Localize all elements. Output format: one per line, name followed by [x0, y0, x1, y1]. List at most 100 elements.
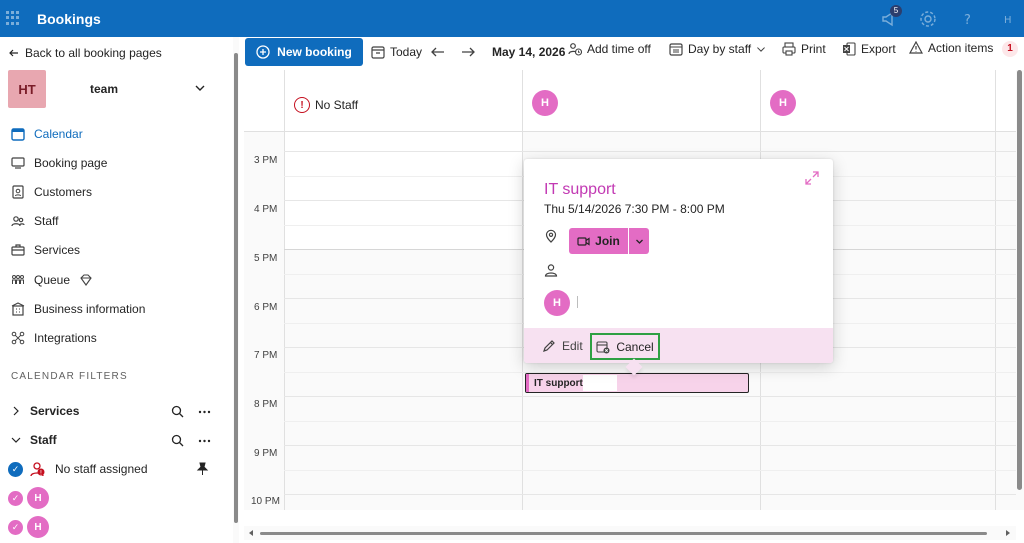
search-icon[interactable]	[171, 405, 184, 418]
sidebar-scrollbar[interactable]	[233, 37, 239, 543]
excel-export-icon	[843, 42, 856, 56]
sidebar-item-label: Integrations	[34, 331, 97, 345]
grid-column[interactable]	[284, 132, 522, 510]
sidebar-scrollbar-thumb[interactable]	[234, 53, 238, 523]
arrow-left-icon[interactable]	[431, 45, 445, 59]
filter-services[interactable]: Services	[11, 401, 211, 421]
new-booking-button[interactable]: New booking	[245, 38, 363, 66]
print-button[interactable]: Print	[782, 42, 826, 56]
sidebar-item-services[interactable]: Services	[11, 239, 80, 261]
hour-line	[284, 396, 1016, 397]
diamond-premium-icon	[80, 274, 92, 286]
time-label: 5 PM	[254, 253, 278, 264]
redacted-region	[53, 487, 123, 509]
scroll-left-arrow-icon[interactable]	[247, 529, 255, 537]
time-label: 10 PM	[251, 496, 280, 507]
hour-line	[284, 151, 1016, 152]
time-label: 9 PM	[254, 448, 278, 459]
warning-circle-icon: !	[294, 97, 310, 113]
pin-icon[interactable]	[196, 462, 209, 475]
staff-filter-label: No staff assigned	[55, 462, 148, 476]
staff-filter-no-staff[interactable]: ✓ ! No staff assigned	[8, 458, 209, 480]
staff-filter-member[interactable]: ✓ H	[8, 487, 123, 509]
more-options-icon[interactable]	[198, 434, 211, 447]
column-header-staff[interactable]: H	[522, 70, 760, 132]
building-icon	[11, 302, 25, 316]
checkbox-checked-icon[interactable]: ✓	[8, 461, 23, 477]
expand-icon[interactable]	[804, 170, 820, 186]
today-button[interactable]: Today	[371, 45, 422, 59]
attendee-avatar: H	[544, 290, 570, 316]
arrow-right-icon[interactable]	[461, 45, 475, 59]
app-header: Bookings 5 ? H	[0, 0, 1024, 37]
calendar-event[interactable]: IT support	[525, 373, 749, 393]
view-selector[interactable]: Day by staff	[669, 42, 766, 56]
sidebar-item-label: Customers	[34, 185, 93, 199]
column-header-label: No Staff	[315, 98, 359, 112]
sidebar-item-customers[interactable]: Customers	[11, 181, 92, 203]
export-button[interactable]: Export	[842, 42, 896, 56]
avatar: H	[27, 516, 49, 538]
calendar-horizontal-scrollbar[interactable]	[244, 526, 1016, 540]
cancel-booking-button[interactable]: Cancel	[590, 333, 660, 360]
time-label: 6 PM	[254, 302, 278, 313]
back-link-label: Back to all booking pages	[25, 46, 162, 60]
chevron-down-icon[interactable]	[11, 435, 21, 445]
checkbox-checked-icon[interactable]: ✓	[8, 519, 23, 535]
sidebar-item-integrations[interactable]: Integrations	[11, 327, 97, 349]
cancel-label: Cancel	[616, 339, 654, 354]
event-color-bar	[526, 374, 529, 392]
person-icon	[544, 264, 558, 277]
more-options-icon[interactable]	[198, 405, 211, 418]
app-launcher-icon[interactable]	[6, 11, 20, 25]
monitor-icon	[11, 157, 25, 169]
checkbox-checked-icon[interactable]: ✓	[8, 490, 23, 506]
edit-button[interactable]: Edit	[542, 335, 583, 357]
calendar-filters-heading: CALENDAR FILTERS	[11, 371, 128, 382]
event-title: IT support	[534, 377, 583, 389]
sidebar-item-business-information[interactable]: Business information	[11, 298, 145, 320]
current-date[interactable]: May 14, 2026	[492, 45, 565, 59]
column-header-staff[interactable]: H	[760, 70, 996, 132]
back-to-booking-pages-link[interactable]: Back to all booking pages	[9, 46, 162, 60]
people-queue-icon	[12, 275, 24, 284]
sidebar-item-label: Booking page	[34, 156, 108, 170]
sidebar-item-label: Services	[34, 243, 81, 257]
account-icon[interactable]: H	[998, 9, 1018, 29]
join-button[interactable]: Join	[569, 228, 628, 254]
team-name: team	[90, 82, 119, 96]
sidebar-item-queue[interactable]: Queue	[11, 269, 93, 291]
filter-staff[interactable]: Staff	[11, 430, 211, 450]
search-icon[interactable]	[171, 434, 184, 447]
sidebar-item-staff[interactable]: Staff	[11, 210, 58, 232]
help-icon[interactable]: ?	[958, 9, 978, 29]
calendar-vertical-scrollbar[interactable]	[1016, 70, 1024, 510]
column-header-no-staff[interactable]: ! No Staff	[284, 70, 522, 132]
action-items-button[interactable]: Action items	[909, 41, 993, 55]
chevron-down-icon[interactable]	[194, 82, 206, 94]
team-selector[interactable]: HT team	[8, 70, 213, 108]
svg-text:!: !	[40, 469, 42, 476]
sidebar-item-calendar[interactable]: Calendar	[11, 123, 83, 145]
scrollbar-thumb[interactable]	[1017, 70, 1022, 490]
add-time-off-button[interactable]: Add time off	[568, 42, 651, 56]
join-options-dropdown[interactable]	[629, 228, 649, 254]
event-details-popup: IT support Thu 5/14/2026 7:30 PM - 8:00 …	[524, 159, 833, 376]
join-label: Join	[595, 234, 620, 248]
scrollbar-thumb[interactable]	[260, 532, 987, 535]
print-label: Print	[801, 42, 826, 56]
chevron-down-icon	[635, 239, 643, 244]
scroll-right-arrow-icon[interactable]	[1004, 529, 1012, 537]
staff-filter-member[interactable]: ✓ H	[8, 516, 123, 538]
view-selector-label: Day by staff	[688, 42, 752, 56]
integrations-icon	[11, 331, 25, 345]
popup-actions: Edit Cancel	[524, 328, 833, 363]
redacted-region	[583, 375, 617, 391]
time-label: 7 PM	[254, 350, 278, 361]
gear-icon[interactable]	[918, 9, 938, 29]
printer-icon	[782, 42, 796, 56]
sidebar-item-booking-page[interactable]: Booking page	[11, 152, 107, 174]
chevron-right-icon[interactable]	[11, 406, 21, 416]
filter-staff-label: Staff	[30, 433, 57, 447]
pencil-icon	[543, 340, 555, 352]
